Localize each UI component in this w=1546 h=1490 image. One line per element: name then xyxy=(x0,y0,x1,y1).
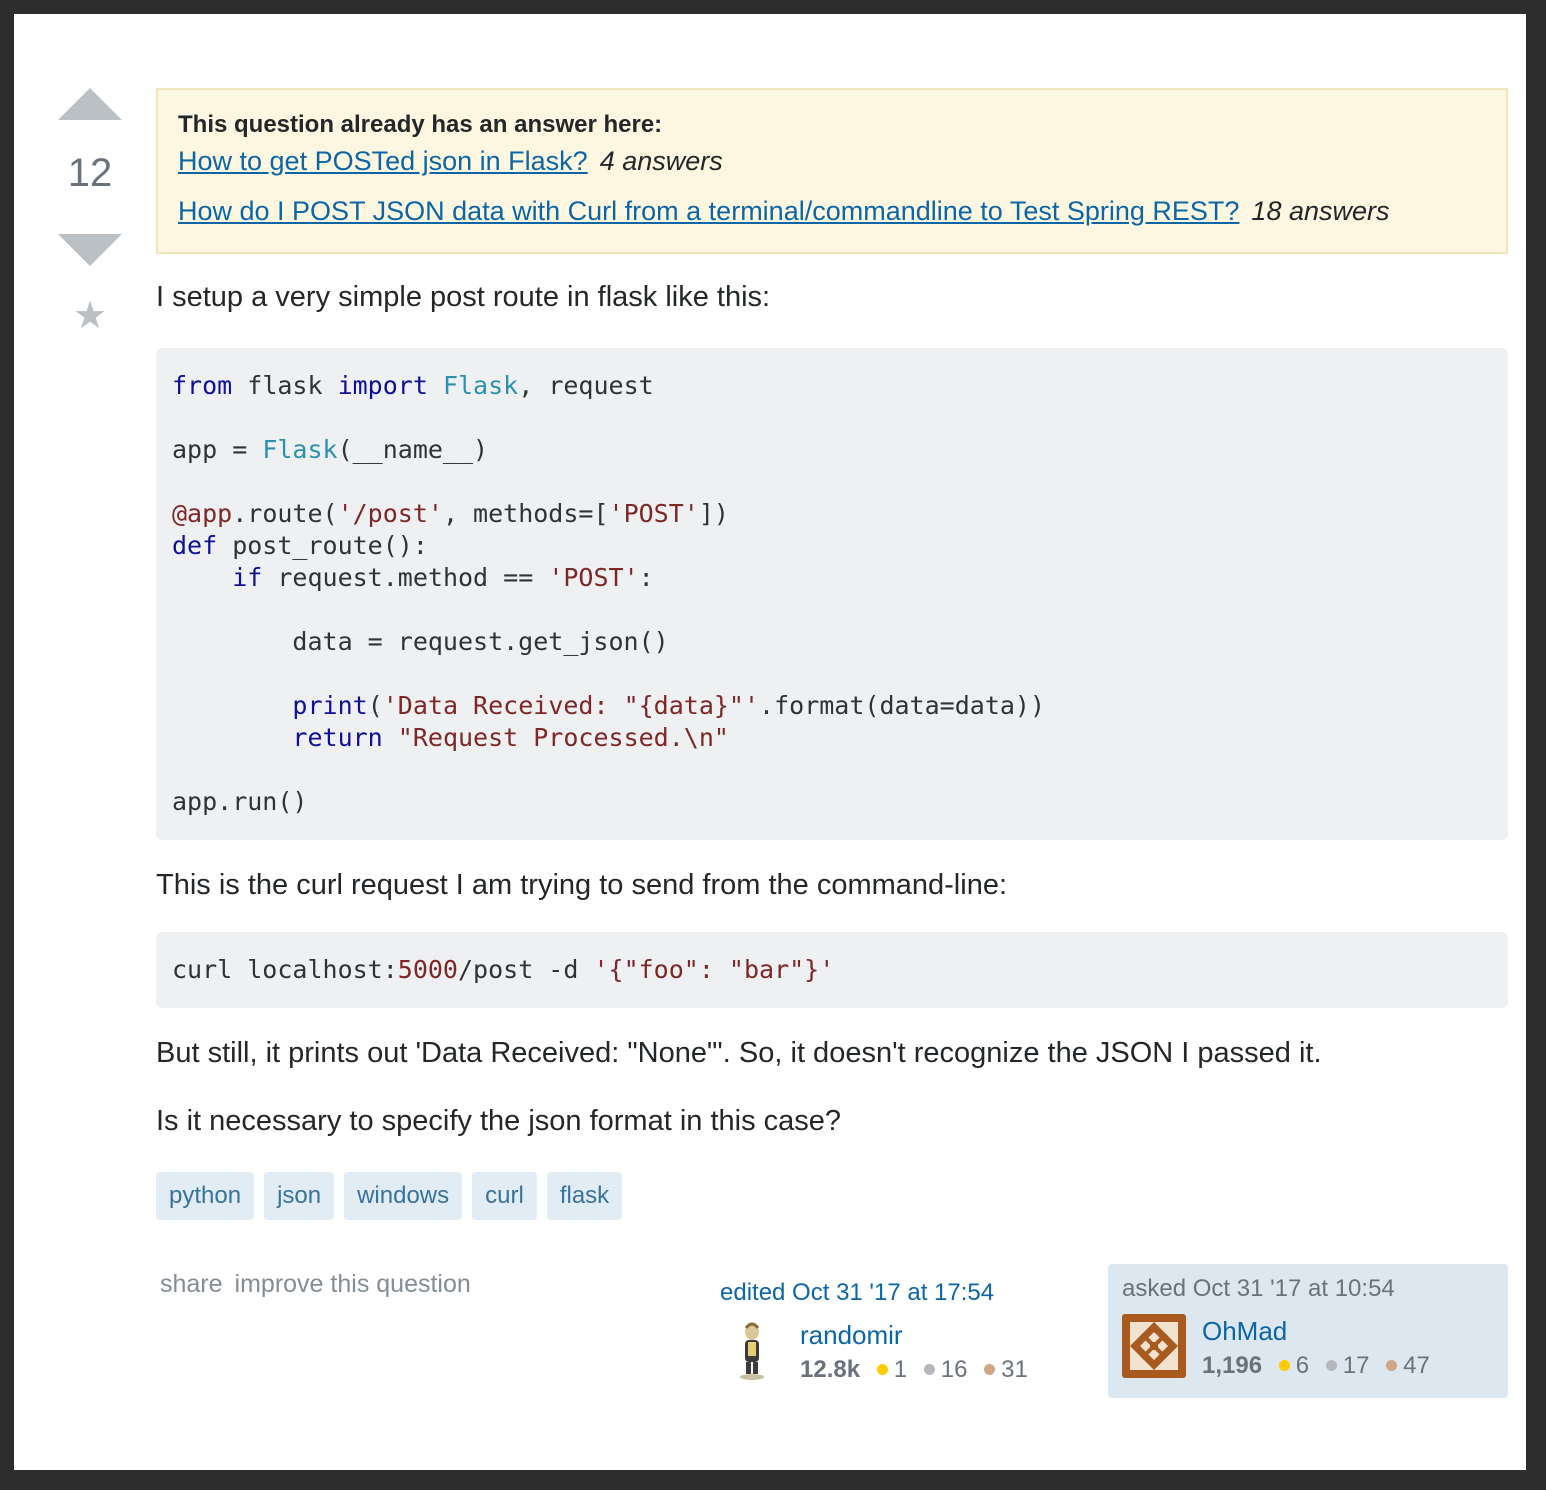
gold-badge: 6 xyxy=(1278,1352,1309,1379)
post-menu: share improve this question xyxy=(160,1270,471,1299)
improve-question-link[interactable]: improve this question xyxy=(235,1270,471,1298)
tag-curl[interactable]: curl xyxy=(472,1172,537,1220)
bronze-badge-icon xyxy=(1386,1360,1398,1371)
avatar[interactable] xyxy=(1122,1314,1186,1378)
reputation-score: 12.8k xyxy=(800,1356,861,1383)
gold-badge-icon xyxy=(1278,1360,1290,1371)
code-block-curl: curl localhost:5000/post -d '{"foo": "ba… xyxy=(156,932,1508,1008)
silver-badge-icon xyxy=(1325,1360,1337,1371)
upvote-arrow-icon[interactable] xyxy=(58,88,122,120)
editor-username[interactable]: randomir xyxy=(800,1320,903,1351)
asked-signature: asked Oct 31 '17 at 10:54 OhMad 1,196 6 … xyxy=(1108,1264,1508,1398)
asked-timestamp: asked Oct 31 '17 at 10:54 xyxy=(1122,1275,1395,1302)
vote-count: 12 xyxy=(67,151,113,195)
favorite-star-icon[interactable]: ★ xyxy=(58,296,122,336)
duplicate-notice: This question already has an answer here… xyxy=(156,88,1508,254)
question-paragraph: I setup a very simple post route in flas… xyxy=(156,281,771,313)
downvote-arrow-icon[interactable] xyxy=(58,234,122,266)
question-paragraph: This is the curl request I am trying to … xyxy=(156,869,1008,901)
duplicate-item: How do I POST JSON data with Curl from a… xyxy=(178,192,1486,230)
reputation-score: 1,196 xyxy=(1202,1352,1263,1379)
duplicate-link[interactable]: How to get POSTed json in Flask? xyxy=(178,146,588,176)
silver-badge: 17 xyxy=(1325,1352,1369,1379)
editor-reputation: 12.8k 1 16 31 xyxy=(800,1356,1028,1384)
gold-badge: 1 xyxy=(876,1356,907,1383)
silver-badge-icon xyxy=(923,1364,935,1375)
owner-username[interactable]: OhMad xyxy=(1202,1316,1287,1347)
avatar[interactable] xyxy=(720,1318,784,1382)
question-paragraph: Is it necessary to specify the json form… xyxy=(156,1105,842,1137)
gold-badge-icon xyxy=(876,1364,888,1375)
duplicate-notice-title: This question already has an answer here… xyxy=(178,111,663,138)
tag-windows[interactable]: windows xyxy=(344,1172,463,1220)
share-link[interactable]: share xyxy=(160,1270,223,1298)
duplicate-answer-count: 18 answers xyxy=(1251,196,1390,226)
tag-flask[interactable]: flask xyxy=(546,1172,623,1220)
code-block-flask: from flask import Flask, request app = F… xyxy=(156,348,1508,840)
vote-column: 12 ★ xyxy=(58,88,122,336)
edited-timestamp[interactable]: edited Oct 31 '17 at 17:54 xyxy=(720,1278,1060,1308)
edited-signature: edited Oct 31 '17 at 17:54 randomir 12.8… xyxy=(720,1278,1060,1383)
silver-badge: 16 xyxy=(923,1356,967,1383)
duplicate-item: How to get POSTed json in Flask? 4 answer… xyxy=(178,142,1486,180)
tag-python[interactable]: python xyxy=(156,1172,255,1220)
question-content: This question already has an answer here… xyxy=(156,88,1508,1412)
duplicate-link[interactable]: How do I POST JSON data with Curl from a… xyxy=(178,196,1239,226)
duplicate-answer-count: 4 answers xyxy=(599,146,723,176)
owner-reputation: 1,196 6 17 47 xyxy=(1202,1352,1430,1380)
bronze-badge: 47 xyxy=(1386,1352,1430,1379)
bronze-badge: 31 xyxy=(984,1356,1028,1383)
question-paragraph: But still, it prints out 'Data Received:… xyxy=(156,1037,1322,1069)
tag-json[interactable]: json xyxy=(264,1172,335,1220)
bronze-badge-icon xyxy=(984,1364,996,1375)
tag-list: python json windows curl flask xyxy=(156,1172,1508,1220)
post-footer: share improve this question edited Oct 31… xyxy=(156,1262,1508,1412)
question-page: 12 ★ This question already has an answer… xyxy=(14,14,1526,1470)
